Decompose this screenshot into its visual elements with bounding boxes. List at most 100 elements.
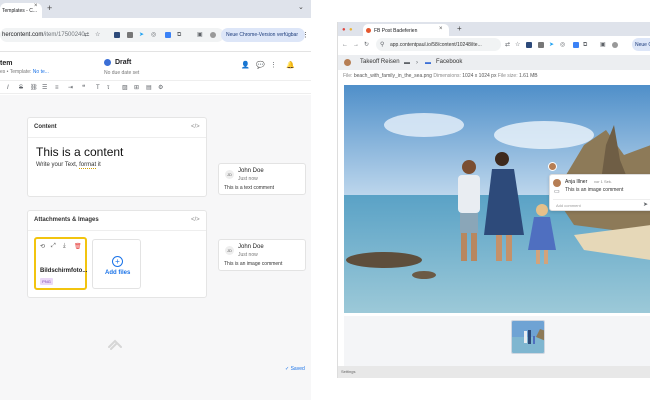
bell-icon[interactable]: 🔔 (286, 62, 295, 70)
template-link[interactable]: No te... (33, 69, 49, 75)
chrome-update-button[interactable]: Neue Chrome-Version verfügbar (221, 28, 305, 42)
window-close-dot[interactable]: ● (342, 26, 346, 34)
comment-time: Just now (238, 176, 258, 182)
sidebar-icon[interactable]: ▣ (197, 31, 203, 39)
italic-icon[interactable]: I (7, 84, 9, 92)
extension-icon[interactable] (114, 32, 120, 38)
menu-icon[interactable]: ⋮ (302, 31, 309, 39)
table-icon[interactable]: ⊞ (134, 84, 139, 92)
translate-icon[interactable]: ⇄ (505, 41, 510, 49)
add-files-button[interactable]: + Add files (92, 239, 141, 289)
file-type-badge: PNG (40, 278, 53, 285)
image-comment-popup: Anja Illner vor 1 Sek. ▭ This is an imag… (549, 174, 650, 211)
comment-author: Anja Illner (565, 179, 588, 185)
avatar (553, 179, 561, 187)
subtitle-prefix: es • Template: (0, 69, 33, 75)
forward-icon[interactable]: → (353, 41, 359, 49)
url-field[interactable]: hercontent.com/item/17500240... (0, 28, 224, 42)
profile-avatar[interactable] (612, 42, 618, 48)
content-paragraph[interactable]: Write your Text, format it (36, 162, 101, 169)
saved-label: Saved (290, 366, 305, 372)
image-comment[interactable]: JD John Doe Just now This is an image co… (218, 239, 306, 271)
thumbnail-image (512, 321, 544, 353)
extension-icon[interactable]: ◎ (560, 41, 565, 49)
code-view-icon[interactable]: </> (191, 217, 200, 223)
footer-bar: Settings (338, 366, 650, 378)
extension-icon[interactable] (127, 32, 133, 38)
image-thumbnail[interactable] (511, 320, 545, 354)
comment-author: John Doe (238, 244, 264, 250)
browser-tab[interactable]: FB Post Badeferien × (363, 24, 449, 36)
quote-icon[interactable]: ❝ (82, 84, 85, 92)
chevron-right-icon: › (416, 60, 418, 66)
window-minimize-dot[interactable]: ● (349, 26, 353, 34)
avatar: JD (225, 246, 234, 255)
comments-icon[interactable]: 💬 (256, 62, 265, 70)
close-tab-icon[interactable]: × (34, 3, 38, 9)
bullet-list-icon[interactable]: ☰ (42, 84, 47, 92)
new-tab-icon[interactable]: + (47, 3, 52, 13)
puzzle-icon[interactable]: ⧉ (177, 31, 181, 39)
comment-text: This is a text comment (224, 185, 275, 191)
extension-icon[interactable] (526, 42, 532, 48)
text-comment[interactable]: JD John Doe Just now This is a text comm… (218, 163, 306, 195)
user-icon[interactable]: 👤 (241, 62, 250, 70)
url-host: hercontent.com (2, 32, 44, 38)
folder-icon: ▬ (425, 60, 431, 66)
card-divider (28, 137, 206, 138)
breadcrumb: Takeoff Reisen ▬ › ▬ Facebook (338, 55, 650, 70)
twitter-icon[interactable]: ➤ (549, 41, 554, 49)
status-label[interactable]: Draft (115, 59, 131, 66)
content-heading[interactable]: This is a content (36, 145, 123, 159)
comment-text: This is an image comment (565, 187, 624, 193)
text-size-icon[interactable]: T (96, 84, 100, 92)
commented-word[interactable]: format (79, 162, 97, 169)
status-icon (104, 59, 111, 66)
twitter-icon[interactable]: ➤ (139, 31, 144, 39)
site-info-icon[interactable]: ⚲ (380, 41, 384, 49)
due-date[interactable]: No due date set (104, 70, 139, 76)
paragraph-text: Write your Text, (36, 162, 80, 168)
download-icon[interactable]: ⤓ (63, 243, 66, 250)
translate-icon[interactable]: ⇄ (84, 31, 89, 39)
reload-icon[interactable]: ↻ (364, 41, 369, 49)
link-icon[interactable]: ⛓ (30, 84, 38, 92)
plus-icon: + (112, 256, 123, 267)
bookmark-star-icon[interactable]: ☆ (95, 31, 100, 39)
back-icon[interactable]: ← (342, 41, 348, 49)
delete-icon[interactable]: 🗑 (74, 243, 82, 250)
embed-icon[interactable]: ▤ (146, 84, 152, 92)
add-comment-input[interactable]: Add comment ➤ (553, 199, 650, 209)
code-view-icon[interactable]: </> (191, 124, 200, 130)
chevron-down-icon[interactable]: ⌄ (298, 3, 304, 11)
settings-icon[interactable]: ⚙ (158, 84, 163, 92)
bookmark-star-icon[interactable]: ☆ (515, 41, 520, 49)
close-tab-icon[interactable]: × (439, 26, 443, 32)
breadcrumb-folder[interactable]: Facebook (436, 59, 462, 65)
logo-watermark-icon (108, 339, 122, 350)
image-icon[interactable]: ▨ (122, 84, 128, 92)
profile-avatar[interactable] (210, 32, 216, 38)
url-field[interactable]: ⚲ app.contentpaul.io/58/content/10248/it… (376, 38, 501, 51)
rotate-icon[interactable]: ⟲ (40, 243, 45, 250)
tab-title: FB Post Badeferien (374, 28, 418, 34)
text-size-small-icon[interactable]: τ (107, 84, 109, 92)
new-tab-icon[interactable]: + (457, 24, 462, 33)
breadcrumb-workspace[interactable]: Takeoff Reisen (360, 59, 400, 65)
puzzle-icon[interactable]: ⧉ (583, 41, 587, 49)
extension-icon[interactable]: ◎ (151, 31, 156, 39)
attachment-file-card[interactable]: ⟲ ⤢ ⤓ 🗑 Bildschirmfoto... PNG (34, 237, 87, 290)
numbered-list-icon[interactable]: ≡ (55, 84, 59, 92)
sidebar-icon[interactable]: ▣ (600, 41, 606, 49)
more-icon[interactable]: ⋮ (270, 62, 277, 70)
comment-pin-avatar[interactable] (548, 162, 557, 171)
extension-icon[interactable] (538, 42, 544, 48)
strikethrough-icon[interactable]: S (19, 84, 23, 92)
send-icon[interactable]: ➤ (643, 201, 648, 209)
indent-icon[interactable]: ⇥ (68, 84, 73, 92)
extension-icon[interactable] (165, 32, 171, 38)
expand-icon[interactable]: ⤢ (51, 243, 56, 250)
avatar: JD (225, 170, 234, 179)
chrome-update-button[interactable]: Neue C (632, 38, 650, 51)
extension-icon[interactable] (573, 42, 579, 48)
